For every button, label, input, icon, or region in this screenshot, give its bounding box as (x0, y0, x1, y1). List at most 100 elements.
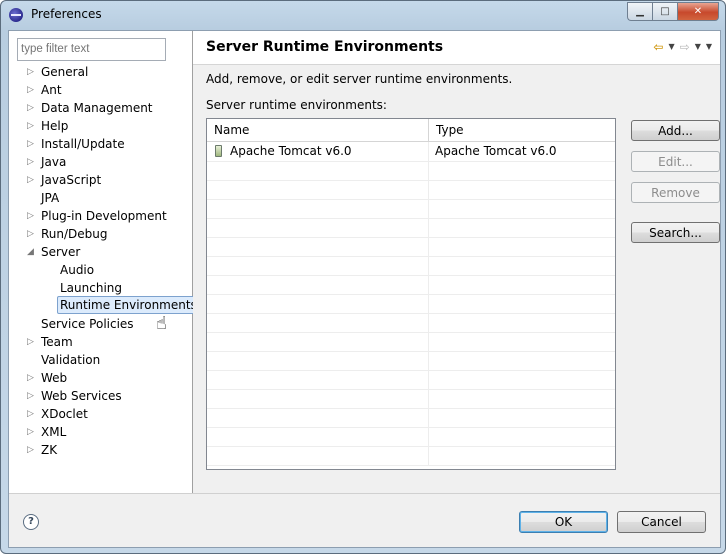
cell-type (429, 161, 615, 180)
preference-navigation-pane: ▷General▷Ant▷Data Management▷Help▷Instal… (9, 31, 200, 493)
page-description: Add, remove, or edit server runtime envi… (206, 72, 513, 86)
minimize-button[interactable]: ▁ (627, 2, 652, 21)
tree-item-label: Install/Update (41, 137, 125, 151)
collapsed-arrow-icon[interactable]: ▷ (27, 333, 39, 351)
close-icon: ✕ (693, 6, 703, 17)
table-row[interactable] (207, 313, 615, 333)
cancel-button[interactable]: Cancel (617, 511, 706, 533)
expanded-arrow-icon[interactable]: ◢ (27, 243, 39, 261)
collapsed-arrow-icon[interactable]: ▷ (27, 153, 39, 171)
view-menu-icon[interactable]: ▼ (706, 40, 712, 54)
table-row[interactable] (207, 275, 615, 295)
collapsed-arrow-icon[interactable]: ▷ (27, 207, 39, 225)
cell-type (429, 427, 615, 446)
runtime-environments-table[interactable]: Name Type Apache Tomcat v6.0 Apache Tomca… (206, 118, 616, 470)
collapsed-arrow-icon[interactable]: ▷ (27, 387, 39, 405)
cell-name (207, 161, 429, 180)
tree-item-label: Launching (60, 281, 123, 295)
table-row[interactable] (207, 256, 615, 276)
cell-name (207, 446, 429, 465)
remove-button[interactable]: Remove (631, 182, 720, 203)
minimize-icon: ▁ (636, 6, 644, 17)
cell-type (429, 218, 615, 237)
table-row[interactable] (207, 294, 615, 314)
table-row[interactable] (207, 180, 615, 200)
forward-arrow-icon[interactable]: ⇨ (680, 40, 690, 54)
table-row[interactable] (207, 161, 615, 181)
collapsed-arrow-icon[interactable]: ▷ (27, 63, 39, 81)
hand-cursor-icon: ☝ (156, 313, 167, 334)
close-button[interactable]: ✕ (677, 2, 719, 21)
cell-name (207, 237, 429, 256)
cell-type (429, 370, 615, 389)
cell-type: Apache Tomcat v6.0 (435, 144, 557, 158)
tree-item-label: XDoclet (41, 407, 88, 421)
cell-name (207, 332, 429, 351)
table-row[interactable] (207, 427, 615, 447)
collapsed-arrow-icon[interactable]: ▷ (27, 369, 39, 387)
collapsed-arrow-icon[interactable]: ▷ (27, 81, 39, 99)
cell-name (207, 218, 429, 237)
history-navigation: ⇦ ▼ ⇨ ▼ ▼ (653, 40, 712, 54)
collapsed-arrow-icon[interactable]: ▷ (27, 441, 39, 459)
window-title: Preferences (31, 7, 102, 21)
runtime-list-label: Server runtime environments: (206, 98, 387, 112)
tree-item-label: ZK (41, 443, 58, 457)
tree-item-label: Service Policies (41, 317, 134, 331)
ok-button[interactable]: OK (519, 511, 608, 533)
tree-item-label: Audio (60, 263, 95, 277)
cell-name (207, 275, 429, 294)
search-button[interactable]: Search... (631, 222, 720, 243)
collapsed-arrow-icon[interactable]: ▷ (27, 423, 39, 441)
table-row[interactable] (207, 408, 615, 428)
button-bar-divider (9, 493, 720, 494)
cell-type (429, 275, 615, 294)
cell-type (429, 389, 615, 408)
cell-name: Apache Tomcat v6.0 (207, 142, 429, 161)
back-dropdown-icon[interactable]: ▼ (668, 40, 674, 54)
tree-item-label: Java (41, 155, 67, 169)
filter-input[interactable] (17, 38, 166, 61)
forward-dropdown-icon[interactable]: ▼ (695, 40, 701, 54)
tree-item-label: Data Management (41, 101, 153, 115)
table-row[interactable] (207, 351, 615, 371)
table-row[interactable] (207, 332, 615, 352)
cell-type (429, 199, 615, 218)
cell-name (207, 313, 429, 332)
tree-item-label: General (41, 65, 89, 79)
cell-name (207, 256, 429, 275)
column-header-type[interactable]: Type (429, 119, 615, 141)
cell-type (429, 313, 615, 332)
collapsed-arrow-icon[interactable]: ▷ (27, 99, 39, 117)
table-row[interactable] (207, 199, 615, 219)
table-row[interactable] (207, 218, 615, 238)
tree-item-label: Run/Debug (41, 227, 108, 241)
edit-button[interactable]: Edit... (631, 151, 720, 172)
runtime-name: Apache Tomcat v6.0 (230, 144, 352, 158)
table-row[interactable] (207, 370, 615, 390)
add-button[interactable]: Add... (631, 120, 720, 141)
preference-page: Server Runtime Environments ⇦ ▼ ⇨ ▼ ▼ Ad… (193, 31, 720, 493)
cell-type (429, 332, 615, 351)
collapsed-arrow-icon[interactable]: ▷ (27, 117, 39, 135)
preferences-window: Preferences ▁ □ ✕ ▷General▷Ant▷Data Mana… (0, 0, 726, 554)
table-row[interactable] (207, 237, 615, 257)
column-header-name[interactable]: Name (207, 119, 429, 141)
collapsed-arrow-icon[interactable]: ▷ (27, 171, 39, 189)
collapsed-arrow-icon[interactable]: ▷ (27, 405, 39, 423)
maximize-button[interactable]: □ (652, 2, 677, 21)
back-arrow-icon[interactable]: ⇦ (653, 40, 663, 54)
collapsed-arrow-icon[interactable]: ▷ (27, 135, 39, 153)
title-bar[interactable]: Preferences ▁ □ ✕ (1, 1, 725, 29)
table-row[interactable]: Apache Tomcat v6.0 Apache Tomcat v6.0 (207, 142, 615, 162)
maximize-icon: □ (660, 6, 670, 17)
help-icon[interactable]: ? (23, 514, 39, 530)
dialog-client-area: ▷General▷Ant▷Data Management▷Help▷Instal… (8, 30, 721, 548)
tomcat-server-icon (215, 145, 222, 157)
tree-item-label: Web (41, 371, 68, 385)
table-row[interactable] (207, 389, 615, 409)
cell-type (429, 256, 615, 275)
collapsed-arrow-icon[interactable]: ▷ (27, 225, 39, 243)
table-row[interactable] (207, 446, 615, 466)
tree-item-label: JavaScript (41, 173, 102, 187)
